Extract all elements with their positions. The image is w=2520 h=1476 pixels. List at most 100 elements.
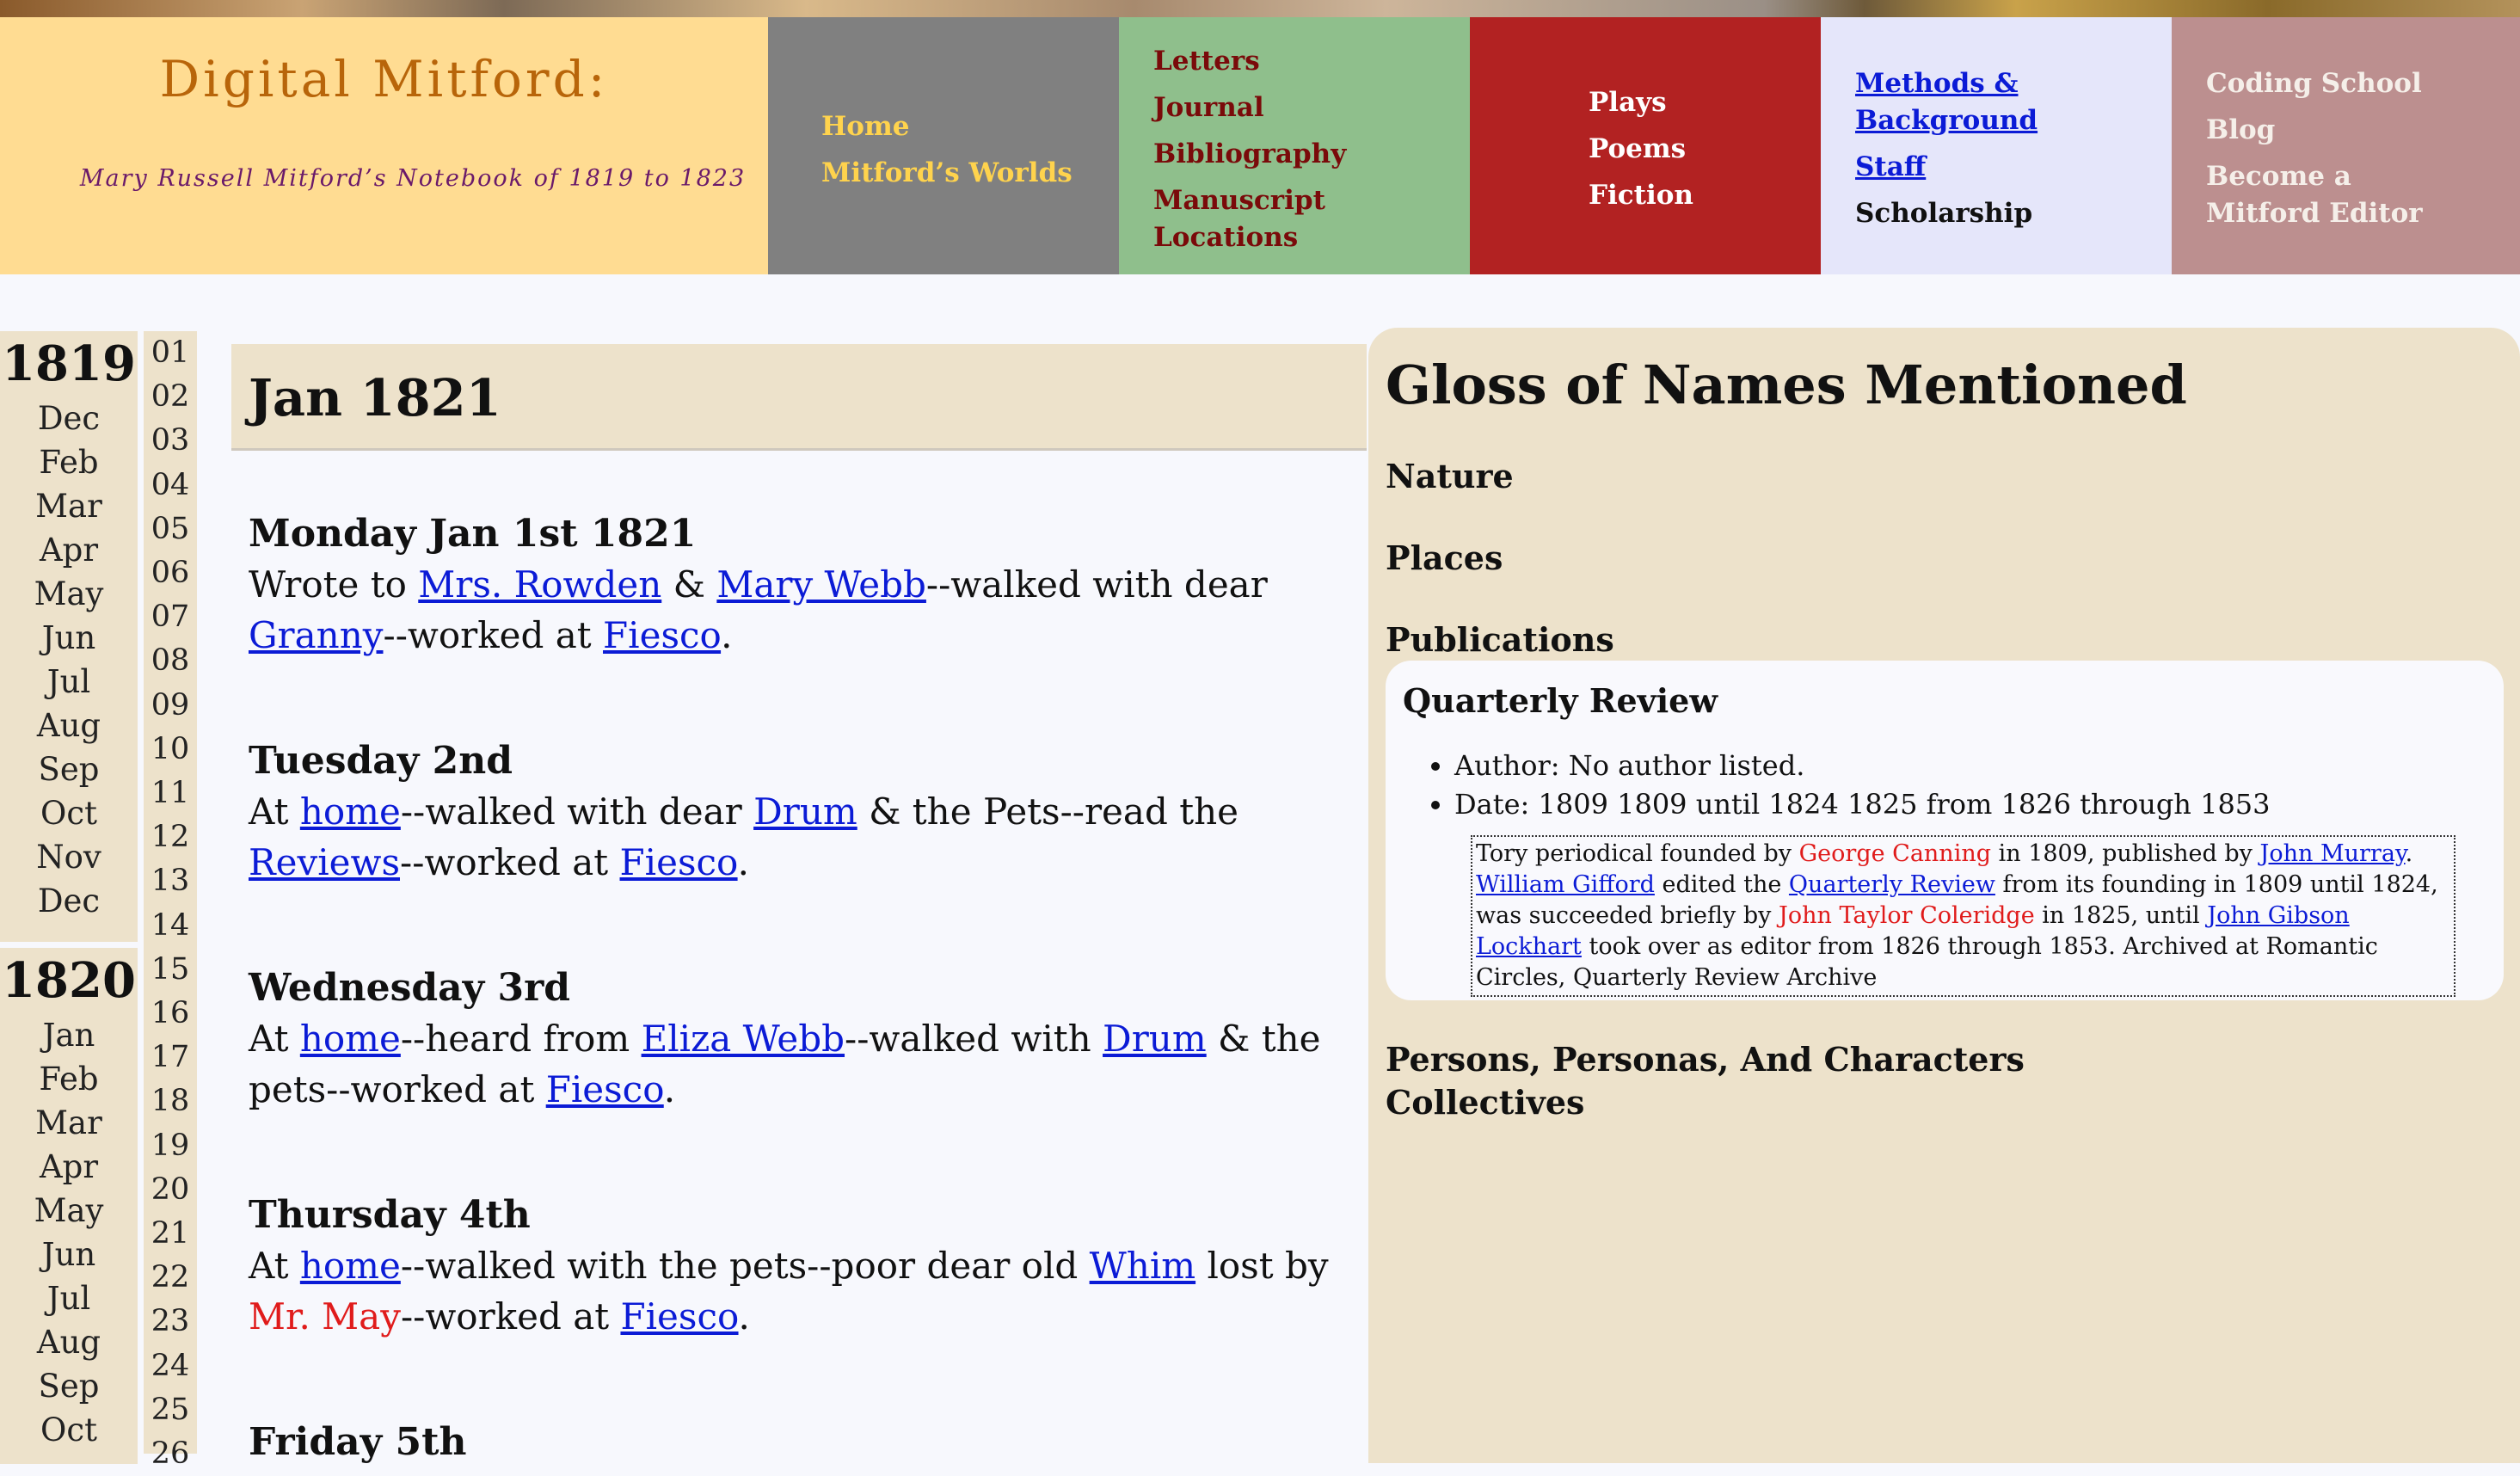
day-link[interactable]: 01 — [144, 331, 197, 375]
day-link[interactable]: 12 — [144, 815, 197, 859]
day-link[interactable]: 15 — [144, 948, 197, 992]
day-link[interactable]: 05 — [144, 507, 197, 551]
person-link[interactable]: William Gifford — [1476, 871, 1655, 898]
nav-poems[interactable]: Poems — [1589, 131, 1693, 168]
nav-group-texts: Letters Journal Bibliography Manuscript … — [1119, 17, 1470, 274]
card-details: Author: No author listed. Date: 1809 180… — [1454, 747, 2271, 824]
year-1820[interactable]: 1820 — [0, 948, 138, 1013]
day-link[interactable]: 25 — [144, 1388, 197, 1432]
nav-staff[interactable]: Staff — [1855, 151, 1926, 182]
nav-methods-background[interactable]: Methods & Background — [1855, 65, 2044, 139]
gloss-section-collectives[interactable]: Collectives — [1386, 1083, 1584, 1122]
entry-date: Wednesday 3rd — [249, 966, 571, 1010]
gloss-section-places[interactable]: Places — [1386, 538, 1503, 577]
month-link[interactable]: May — [0, 572, 138, 616]
journal-entry: Friday 5th — [249, 1418, 1341, 1467]
page-title: Jan 1821 — [249, 368, 501, 427]
month-link[interactable]: Oct — [0, 1408, 138, 1452]
work-link[interactable]: Fiesco — [620, 841, 738, 883]
month-link[interactable]: Mar — [0, 484, 138, 528]
month-link[interactable]: Jan — [0, 1013, 138, 1057]
day-link[interactable]: 02 — [144, 375, 197, 419]
nav-become-editor[interactable]: Become a Mitford Editor — [2206, 158, 2464, 232]
place-link[interactable]: home — [300, 1245, 401, 1287]
nav-fiction[interactable]: Fiction — [1589, 177, 1693, 214]
day-link[interactable]: 07 — [144, 595, 197, 639]
person-link[interactable]: Mrs. Rowden — [418, 563, 661, 606]
publication-link[interactable]: Reviews — [249, 841, 400, 883]
day-link[interactable]: 26 — [144, 1432, 197, 1476]
nav-manuscript-locations[interactable]: Manuscript Locations — [1153, 182, 1325, 256]
work-link[interactable]: Fiesco — [546, 1068, 664, 1110]
work-link[interactable]: Fiesco — [620, 1295, 738, 1338]
gloss-section-persons[interactable]: Persons, Personas, And Characters — [1386, 1040, 2025, 1079]
nav-group-home: Home Mitford’s Worlds — [768, 17, 1119, 274]
month-link[interactable]: Jul — [0, 1276, 138, 1320]
site-title-block: Digital Mitford: Mary Russell Mitford’s … — [0, 17, 768, 274]
header-decorative-strip — [0, 0, 2520, 17]
day-link[interactable]: 24 — [144, 1344, 197, 1388]
day-link[interactable]: 08 — [144, 639, 197, 683]
day-link[interactable]: 17 — [144, 1036, 197, 1079]
month-link[interactable]: Aug — [0, 704, 138, 747]
day-link[interactable]: 14 — [144, 904, 197, 948]
gloss-section-nature[interactable]: Nature — [1386, 457, 1514, 495]
day-link[interactable]: 22 — [144, 1256, 197, 1300]
month-link[interactable]: Sep — [0, 1364, 138, 1408]
month-link[interactable]: Oct — [0, 791, 138, 835]
nav-mitfords-worlds[interactable]: Mitford’s Worlds — [821, 155, 1073, 192]
day-link[interactable]: 19 — [144, 1124, 197, 1168]
month-link[interactable]: May — [0, 1189, 138, 1233]
month-link[interactable]: Nov — [0, 835, 138, 879]
month-link[interactable]: Feb — [0, 1057, 138, 1101]
gloss-section-publications[interactable]: Publications — [1386, 620, 1614, 659]
animal-link[interactable]: Whim — [1090, 1245, 1195, 1287]
place-link[interactable]: home — [300, 790, 401, 833]
nav-bibliography[interactable]: Bibliography — [1153, 136, 1346, 173]
month-link[interactable]: Dec — [0, 397, 138, 440]
month-link[interactable]: Feb — [0, 440, 138, 484]
site-title[interactable]: Digital Mitford: — [0, 50, 768, 108]
year-1819[interactable]: 1819 — [0, 331, 138, 397]
card-description: Tory periodical founded by George Cannin… — [1471, 835, 2455, 997]
nav-blog[interactable]: Blog — [2206, 112, 2464, 149]
person-link[interactable]: Drum — [753, 790, 857, 833]
month-banner: Jan 1821 — [231, 344, 1367, 451]
day-link[interactable]: 11 — [144, 772, 197, 815]
day-link[interactable]: 09 — [144, 684, 197, 728]
day-link[interactable]: 03 — [144, 419, 197, 463]
day-link[interactable]: 20 — [144, 1168, 197, 1212]
day-link[interactable]: 06 — [144, 551, 197, 595]
month-link[interactable]: Apr — [0, 1145, 138, 1189]
nav-home[interactable]: Home — [821, 108, 1073, 145]
month-link[interactable]: Mar — [0, 1101, 138, 1145]
person-link[interactable]: Mary Webb — [716, 563, 926, 606]
day-link[interactable]: 04 — [144, 464, 197, 507]
publication-link[interactable]: Quarterly Review — [1789, 871, 1995, 898]
work-link[interactable]: Fiesco — [603, 614, 721, 656]
day-link[interactable]: 18 — [144, 1079, 197, 1123]
month-link[interactable]: Jun — [0, 1233, 138, 1276]
nav-scholarship[interactable]: Scholarship — [1855, 195, 2044, 232]
month-link[interactable]: Sep — [0, 747, 138, 791]
month-link[interactable]: Dec — [0, 879, 138, 923]
person-link[interactable]: John Murray — [2260, 840, 2406, 867]
person-link[interactable]: Granny — [249, 614, 384, 656]
nav-journal[interactable]: Journal — [1153, 89, 1346, 126]
day-link[interactable]: 13 — [144, 859, 197, 903]
month-link[interactable]: Aug — [0, 1320, 138, 1364]
month-link[interactable]: Apr — [0, 528, 138, 572]
nav-letters[interactable]: Letters — [1153, 43, 1346, 80]
place-link[interactable]: home — [300, 1018, 401, 1060]
card-title: Quarterly Review — [1403, 681, 1718, 720]
month-link[interactable]: Jul — [0, 660, 138, 704]
person-link[interactable]: Eliza Webb — [642, 1018, 845, 1060]
day-link[interactable]: 21 — [144, 1212, 197, 1256]
nav-coding-school[interactable]: Coding School — [2206, 65, 2464, 102]
nav-plays[interactable]: Plays — [1589, 84, 1693, 121]
day-link[interactable]: 23 — [144, 1300, 197, 1344]
day-link[interactable]: 16 — [144, 992, 197, 1036]
day-link[interactable]: 10 — [144, 728, 197, 772]
month-link[interactable]: Jun — [0, 616, 138, 660]
person-link[interactable]: Drum — [1103, 1018, 1207, 1060]
